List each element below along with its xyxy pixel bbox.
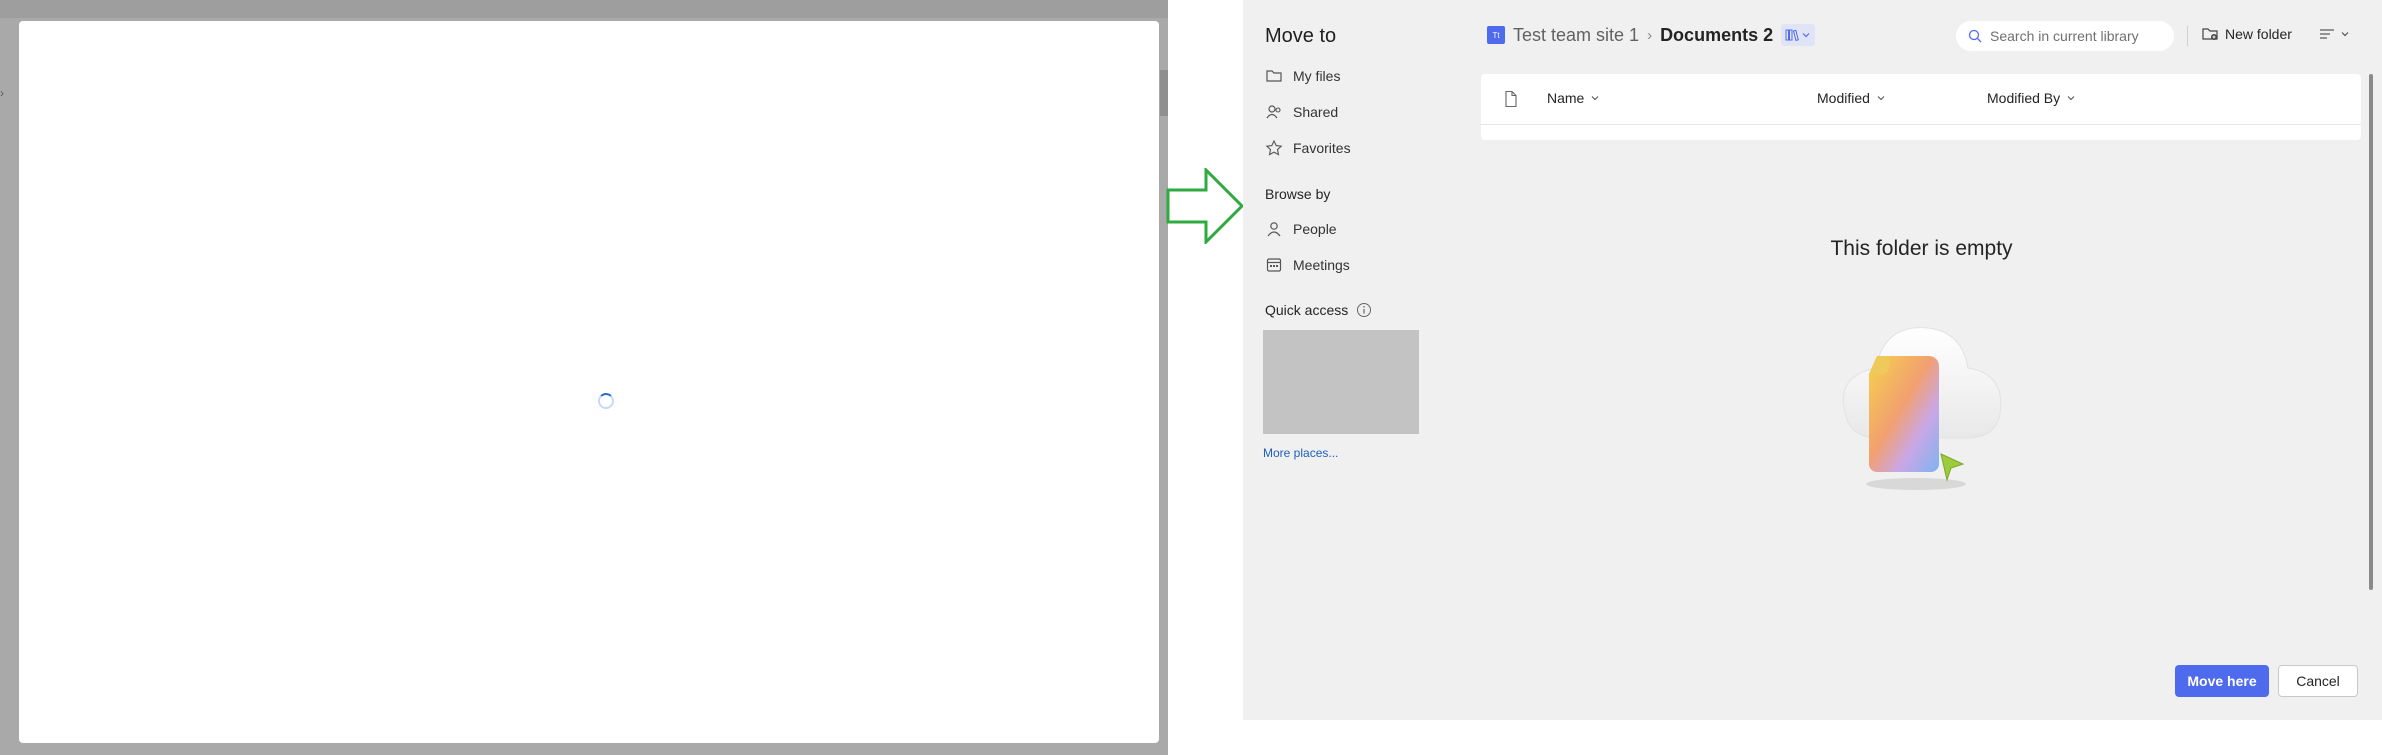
background-header — [0, 0, 1168, 18]
file-type-column[interactable] — [1503, 90, 1519, 108]
toolbar-divider — [2187, 26, 2188, 46]
nav-favorites[interactable]: Favorites — [1265, 138, 1351, 158]
star-icon — [1265, 139, 1283, 156]
background-panel-edge — [1160, 70, 1168, 116]
file-icon — [1505, 90, 1517, 108]
loading-screenshot: › — [0, 0, 1168, 755]
chevron-down-icon — [1591, 96, 1599, 101]
folder-icon — [1266, 70, 1282, 82]
nav-label: People — [1293, 221, 1337, 237]
nav-my-files[interactable]: My files — [1265, 66, 1340, 86]
breadcrumb: Tt Test team site 1 › Documents 2 — [1487, 24, 1816, 46]
empty-folder-illustration — [1821, 298, 2011, 498]
scrollbar[interactable] — [2369, 74, 2373, 590]
new-folder-label: New folder — [2225, 26, 2292, 42]
move-here-button[interactable]: Move here — [2175, 665, 2269, 697]
chevron-down-icon — [2067, 96, 2075, 101]
site-avatar: Tt — [1487, 26, 1505, 44]
list-header: Name Modified Modified By — [1481, 74, 2361, 125]
transition-arrow-icon — [1166, 166, 1246, 246]
chevron-down-icon — [1877, 96, 1885, 101]
cancel-button[interactable]: Cancel — [2278, 665, 2358, 697]
library-switcher[interactable] — [1781, 24, 1816, 46]
browse-by-heading: Browse by — [1265, 186, 1331, 202]
breadcrumb-current: Documents 2 — [1660, 24, 1774, 45]
dialog-title: Move to — [1265, 25, 1337, 47]
quick-access-thumbnail[interactable] — [1263, 330, 1419, 434]
search-icon — [1968, 29, 1982, 43]
loading-modal — [19, 21, 1159, 743]
column-modified[interactable]: Modified — [1817, 90, 1886, 106]
nav-people[interactable]: People — [1265, 219, 1337, 239]
new-folder-button[interactable]: New folder — [2201, 25, 2292, 43]
nav-label: My files — [1293, 68, 1341, 84]
dialog-footer-strip — [1243, 720, 2382, 755]
quick-access-heading: Quick access — [1265, 302, 1372, 318]
people-icon — [1266, 105, 1281, 119]
empty-folder-message: This folder is empty — [1830, 237, 2013, 260]
nav-label: Shared — [1293, 104, 1339, 120]
person-icon — [1267, 222, 1281, 237]
column-modified-by[interactable]: Modified By — [1987, 90, 2076, 106]
search-placeholder: Search in current library — [1990, 28, 2139, 44]
new-folder-icon — [2202, 28, 2218, 40]
nav-shared[interactable]: Shared — [1265, 102, 1338, 122]
chevron-down-icon — [1802, 33, 1810, 38]
view-options-button[interactable] — [2318, 26, 2350, 42]
move-to-dialog: Move to My files Shared Favorites Browse… — [1243, 0, 2382, 720]
info-icon[interactable] — [1356, 302, 1372, 318]
search-box[interactable]: Search in current library — [1956, 21, 2174, 51]
column-name[interactable]: Name — [1547, 90, 1600, 106]
more-places-link[interactable]: More places... — [1263, 446, 1338, 460]
chevron-down-icon — [2341, 32, 2349, 37]
breadcrumb-chevron-icon: › — [1647, 26, 1653, 44]
breadcrumb-site[interactable]: Test team site 1 — [1513, 25, 1639, 46]
view-list-icon — [2320, 29, 2334, 39]
nav-label: Favorites — [1293, 140, 1351, 156]
collapse-chevron-icon: › — [0, 86, 4, 100]
loading-spinner-icon — [598, 393, 614, 409]
file-list: Name Modified Modified By — [1481, 74, 2361, 140]
library-icon — [1785, 29, 1800, 42]
